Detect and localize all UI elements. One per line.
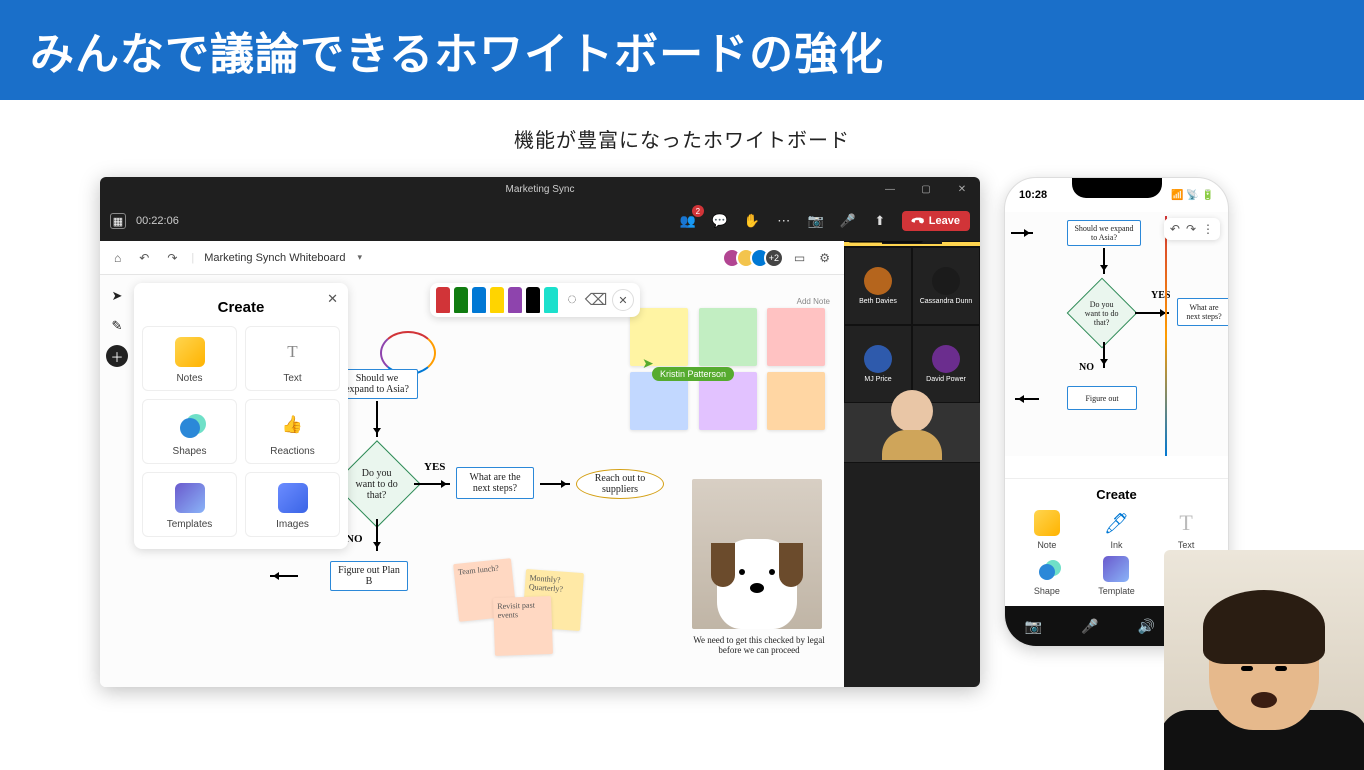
- remote-cursor-icon: ➤: [642, 355, 654, 372]
- undo-button[interactable]: ↶: [1170, 222, 1180, 236]
- pen-blue[interactable]: [472, 287, 486, 313]
- lasso-tool[interactable]: ◌: [562, 290, 582, 310]
- pen-yellow[interactable]: [490, 287, 504, 313]
- sticky-note[interactable]: [767, 308, 825, 366]
- chevron-down-icon[interactable]: ▾: [357, 252, 362, 263]
- redo-button[interactable]: ↷: [1186, 222, 1196, 236]
- arrow: [376, 401, 378, 437]
- board-name[interactable]: Marketing Synch Whiteboard: [204, 252, 345, 264]
- hero-title: みんなで議論できるホワイトボードの強化: [30, 18, 1334, 82]
- close-icon[interactable]: ✕: [327, 291, 338, 307]
- arrow: [414, 483, 450, 485]
- phone-canvas[interactable]: Should we expand to Asia? Do you want to…: [1005, 212, 1228, 456]
- clock: 10:28: [1019, 189, 1047, 201]
- camera-button[interactable]: 📷: [1025, 618, 1042, 635]
- signal-icons: 📶 📡 🔋: [1171, 190, 1214, 201]
- create-template[interactable]: Template: [1085, 556, 1149, 596]
- sticky-note[interactable]: [767, 372, 825, 430]
- presence-stack[interactable]: +2: [728, 248, 784, 268]
- embedded-image[interactable]: [692, 479, 822, 629]
- share-icon[interactable]: ▭: [790, 249, 809, 267]
- mic-button[interactable]: 🎤: [1081, 618, 1098, 635]
- window-title: Marketing Sync: [506, 184, 575, 195]
- add-tool[interactable]: ＋: [106, 345, 128, 367]
- reactions-button[interactable]: ✋: [738, 207, 766, 235]
- flow-q1[interactable]: Should we expand to Asia?: [336, 369, 418, 399]
- sticky-note[interactable]: [630, 308, 688, 366]
- sticky-note[interactable]: [699, 308, 757, 366]
- remote-cursor-label: Kristin Patterson: [652, 367, 734, 381]
- speaker-button[interactable]: 🔊: [1138, 618, 1155, 635]
- add-note-label[interactable]: Add Note: [630, 297, 830, 306]
- create-shape[interactable]: Shape: [1015, 556, 1079, 596]
- window-titlebar: Marketing Sync — ▢ ✕: [100, 177, 980, 201]
- chat-button[interactable]: 💬: [706, 207, 734, 235]
- create-text[interactable]: TText: [1154, 510, 1218, 550]
- home-icon[interactable]: ⌂: [110, 249, 125, 267]
- teams-window: Marketing Sync — ▢ ✕ ▦ 00:22:06 👥 💬 ✋ ⋯ …: [100, 177, 980, 687]
- whiteboard-header: ⌂ ↶ ↷ | Marketing Synch Whiteboard ▾ +2 …: [100, 241, 844, 275]
- mic-button[interactable]: 🎤: [834, 207, 862, 235]
- gallery-icon[interactable]: ▦: [110, 213, 126, 229]
- call-bar: ▦ 00:22:06 👥 💬 ✋ ⋯ 📷 🎤 ⬆ Leave: [100, 201, 980, 241]
- participant-tile[interactable]: Cassandra Dunn: [912, 247, 980, 325]
- phone-notch: [1072, 178, 1162, 198]
- flow-next[interactable]: What are next steps?: [1177, 298, 1228, 326]
- create-images[interactable]: Images: [245, 472, 340, 537]
- redo-button[interactable]: ↷: [163, 249, 181, 267]
- settings-icon[interactable]: ⚙: [815, 249, 834, 267]
- tool-strip: ➤ ✎ ＋: [106, 285, 128, 367]
- hero-banner: みんなで議論できるホワイトボードの強化: [0, 0, 1364, 100]
- create-text[interactable]: TText: [245, 326, 340, 391]
- arrow: [540, 483, 570, 485]
- pen-red[interactable]: [436, 287, 450, 313]
- close-tray[interactable]: ✕: [612, 289, 634, 311]
- sticky-note[interactable]: Revisit past events: [493, 596, 553, 656]
- camera-button[interactable]: 📷: [802, 207, 830, 235]
- presenter-video: [1164, 550, 1364, 770]
- close-button[interactable]: ✕: [944, 177, 980, 201]
- create-panel: ✕ Create Notes TText Shapes 👍Reactions T…: [134, 283, 348, 549]
- flow-oval[interactable]: Reach out to suppliers: [576, 469, 664, 499]
- flow-planb[interactable]: Figure out Plan B: [330, 561, 408, 591]
- call-timer: 00:22:06: [136, 215, 179, 227]
- create-templates[interactable]: Templates: [142, 472, 237, 537]
- people-button[interactable]: 👥: [674, 207, 702, 235]
- create-reactions[interactable]: 👍Reactions: [245, 399, 340, 464]
- undo-button[interactable]: ↶: [135, 249, 153, 267]
- create-title: Create: [142, 299, 340, 316]
- flow-planb[interactable]: Figure out: [1067, 386, 1137, 410]
- flow-next[interactable]: What are the next steps?: [456, 467, 534, 499]
- pen-green[interactable]: [454, 287, 468, 313]
- maximize-button[interactable]: ▢: [908, 177, 944, 201]
- participant-tile[interactable]: Beth Davies: [844, 247, 912, 325]
- pen-highlighter[interactable]: [544, 287, 558, 313]
- flow-q1[interactable]: Should we expand to Asia?: [1067, 220, 1141, 246]
- create-notes[interactable]: Notes: [142, 326, 237, 391]
- create-note[interactable]: Note: [1015, 510, 1079, 550]
- arrow: [376, 519, 378, 551]
- share-button[interactable]: ⬆: [866, 207, 894, 235]
- create-shapes[interactable]: Shapes: [142, 399, 237, 464]
- label-yes: YES: [424, 461, 445, 473]
- flow-decision[interactable]: Do you want to do that?: [1067, 278, 1138, 349]
- leave-button[interactable]: Leave: [902, 211, 970, 231]
- create-ink[interactable]: 🖊Ink: [1085, 510, 1149, 550]
- label-no: NO: [346, 533, 363, 545]
- arrow-back: [270, 575, 298, 577]
- pen-black[interactable]: [526, 287, 540, 313]
- subtitle: 機能が豊富になったホワイトボード: [0, 124, 1364, 153]
- hangup-icon: [909, 213, 926, 230]
- more-button[interactable]: ⋮: [1202, 222, 1214, 236]
- more-button[interactable]: ⋯: [770, 207, 798, 235]
- phone-mini-toolbar: ↶ ↷ ⋮: [1164, 218, 1220, 240]
- participants-panel: Serena DavisAadi KapoorCharlotte de Crum…: [844, 241, 980, 687]
- minimize-button[interactable]: —: [872, 177, 908, 201]
- pen-tool[interactable]: ✎: [106, 315, 128, 337]
- pen-tray: ◌ ⌫ ✕: [430, 283, 640, 317]
- pointer-tool[interactable]: ➤: [106, 285, 128, 307]
- pen-purple[interactable]: [508, 287, 522, 313]
- eraser-tool[interactable]: ⌫: [586, 290, 606, 310]
- image-caption: We need to get this checked by legal bef…: [684, 635, 834, 655]
